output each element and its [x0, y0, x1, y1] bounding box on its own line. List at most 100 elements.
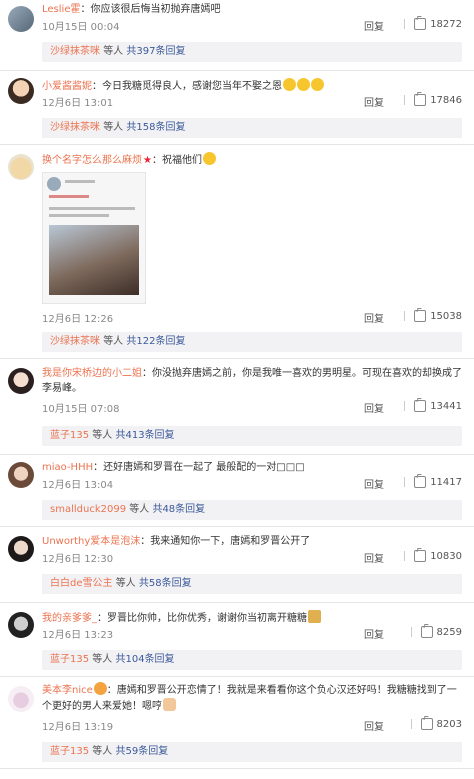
comment-username[interactable]: Unworthy爱本是泡沫 — [42, 536, 140, 547]
sub-reply-count-link[interactable]: 共158条回复 — [126, 122, 185, 133]
smile-emoji-icon — [202, 152, 216, 165]
attached-screenshot-image[interactable] — [42, 172, 146, 304]
sub-reply-user[interactable]: 沙绿抹茶咪 — [50, 122, 100, 133]
reply-button[interactable]: 回复 — [364, 94, 384, 109]
avatar[interactable] — [8, 536, 34, 562]
sub-reply-count-link[interactable]: 共48条回复 — [152, 504, 205, 515]
like-count: 11417 — [430, 476, 462, 488]
sub-reply-count-link[interactable]: 共104条回复 — [115, 654, 174, 665]
sub-replies-bar[interactable]: 沙绿抹茶咪 等人 共122条回复 — [42, 332, 462, 352]
sub-reply-count-link[interactable]: 共59条回复 — [115, 746, 168, 757]
like-button[interactable]: 17846 — [395, 94, 462, 106]
divider — [0, 526, 474, 527]
reply-button[interactable]: 回复 — [364, 718, 384, 733]
avatar[interactable] — [8, 78, 34, 104]
avatar — [47, 177, 61, 191]
comment-body: ：今日我糖觅得良人，感谢您当年不娶之恩 — [92, 81, 282, 92]
sub-reply-label: 等人 — [103, 46, 124, 57]
sub-total-suffix: 条回复 — [161, 578, 192, 589]
sub-total-prefix: 共 — [115, 746, 126, 757]
victory-hand-emoji-icon — [163, 698, 176, 711]
sub-reply-user[interactable]: 沙绿抹茶咪 — [50, 336, 100, 347]
like-button[interactable]: 11417 — [395, 476, 462, 488]
sub-reply-count-link[interactable]: 共397条回复 — [126, 46, 185, 57]
divider — [0, 676, 474, 677]
comment-username[interactable]: 我的亲爹爹_ — [42, 613, 97, 624]
thumbs-up-icon — [414, 550, 427, 562]
divider — [0, 768, 474, 769]
comment-username[interactable]: 美本李nice — [42, 685, 93, 696]
reply-button[interactable]: 回复 — [364, 310, 384, 325]
reply-button[interactable]: 回复 — [364, 400, 384, 415]
like-button[interactable]: 13441 — [395, 400, 462, 412]
sub-total-prefix: 共 — [138, 578, 149, 589]
thumbs-up-icon — [420, 718, 433, 730]
sub-reply-user[interactable]: 蓝子135 — [50, 430, 89, 441]
comment-body: ：你应该很后悔当初抛弃唐嫣吧 — [80, 4, 221, 15]
like-count: 8203 — [436, 718, 462, 730]
sub-replies-bar[interactable]: 蓝子135 等人 共104条回复 — [42, 650, 462, 670]
image-text-line — [49, 195, 89, 198]
sub-replies-bar[interactable]: 沙绿抹茶咪 等人 共158条回复 — [42, 118, 462, 138]
reply-button[interactable]: 回复 — [364, 626, 384, 641]
comment-meta: 12月6日 13:04 回复 11417 — [42, 476, 462, 491]
avatar[interactable] — [8, 612, 34, 638]
pray-emoji-icon — [308, 610, 321, 623]
avatar[interactable] — [8, 686, 34, 712]
sub-reply-user[interactable]: 蓝子135 — [50, 654, 89, 665]
reply-button[interactable]: 回复 — [364, 550, 384, 565]
sub-total-suffix: 条回复 — [155, 122, 186, 133]
image-text-line — [49, 214, 109, 217]
avatar[interactable] — [8, 462, 34, 488]
sub-replies-bar[interactable]: smallduck2099 等人 共48条回复 — [42, 500, 462, 520]
like-button[interactable]: 8203 — [402, 718, 462, 730]
comment-time: 10月15日 07:08 — [42, 404, 120, 415]
sub-reply-count-link[interactable]: 共122条回复 — [126, 336, 185, 347]
sub-replies-bar[interactable]: 白白de雪公主 等人 共58条回复 — [42, 574, 462, 594]
comment-username[interactable]: 我是你宋桥边的小二姐 — [42, 368, 142, 379]
sub-reply-user[interactable]: smallduck2099 — [50, 504, 126, 515]
reply-button[interactable]: 回复 — [364, 18, 384, 33]
avatar[interactable] — [8, 154, 34, 180]
sub-total-count: 413 — [125, 430, 145, 441]
sub-total-count: 397 — [136, 46, 156, 57]
sub-replies-bar[interactable]: 蓝子135 等人 共413条回复 — [42, 426, 462, 446]
cat-face-emoji-icon — [93, 682, 107, 695]
sub-total-prefix: 共 — [115, 654, 126, 665]
comment-username[interactable]: Leslie霍 — [42, 4, 80, 15]
like-button[interactable]: 18272 — [395, 18, 462, 30]
sub-reply-count-link[interactable]: 共58条回复 — [139, 578, 192, 589]
comment-username[interactable]: miao-HHH — [42, 462, 93, 473]
sub-reply-count-link[interactable]: 共413条回复 — [115, 430, 174, 441]
avatar[interactable] — [8, 6, 34, 32]
avatar[interactable] — [8, 368, 34, 394]
divider — [404, 401, 406, 411]
like-button[interactable]: 8259 — [402, 626, 462, 638]
comment-username[interactable]: 小爱酱酱妮 — [42, 81, 92, 92]
sub-replies-bar[interactable]: 沙绿抹茶咪 等人 共397条回复 — [42, 42, 462, 62]
sub-reply-user[interactable]: 白白de雪公主 — [50, 578, 113, 589]
sub-reply-label: 等人 — [92, 430, 113, 441]
comment-time: 10月15日 00:04 — [42, 22, 120, 33]
comment-text: 美本李nice ：唐嫣和罗晋公开恋情了！我就是来看看你这个负心汉还好吗！我糖糖找到… — [42, 682, 462, 714]
sub-total-suffix: 条回复 — [144, 654, 175, 665]
sub-replies-bar[interactable]: 蓝子135 等人 共59条回复 — [42, 742, 462, 762]
sub-reply-label: 等人 — [115, 578, 136, 589]
laugh-emoji-icon — [297, 78, 310, 91]
sub-total-suffix: 条回复 — [175, 504, 206, 515]
comment-time: 12月6日 13:23 — [42, 630, 114, 641]
reply-button[interactable]: 回复 — [364, 476, 384, 491]
like-button[interactable]: 15038 — [395, 310, 462, 322]
comment-time: 12月6日 13:19 — [42, 722, 114, 733]
divider — [404, 95, 406, 105]
image-text-line — [49, 207, 135, 210]
like-button[interactable]: 10830 — [395, 550, 462, 562]
comment-time: 12月6日 13:04 — [42, 480, 114, 491]
sub-reply-label: 等人 — [103, 336, 124, 347]
comment-time: 12月6日 12:30 — [42, 554, 114, 565]
sub-reply-user[interactable]: 蓝子135 — [50, 746, 89, 757]
sub-reply-user[interactable]: 沙绿抹茶咪 — [50, 46, 100, 57]
comment-username[interactable]: 换个名字怎么那么麻烦 — [42, 155, 142, 166]
sub-total-prefix: 共 — [126, 336, 137, 347]
divider — [404, 19, 406, 29]
